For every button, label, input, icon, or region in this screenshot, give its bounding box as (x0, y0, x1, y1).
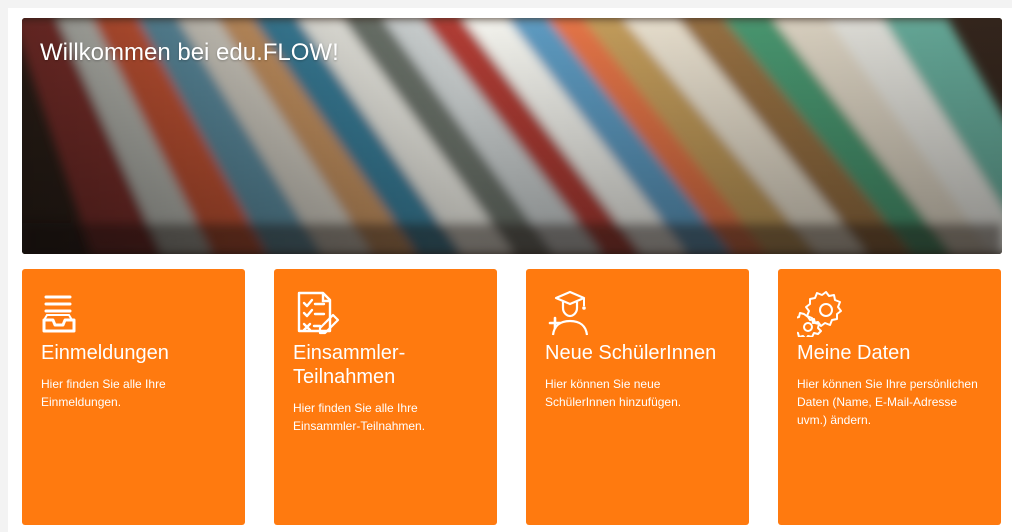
einmeldungen-card[interactable]: Einmeldungen Hier finden Sie alle Ihre E… (22, 269, 245, 525)
gears-icon (797, 291, 842, 337)
inbox-icon (42, 295, 76, 333)
einsammler-teilnahmen-description: Hier finden Sie alle Ihre Einsammler-Tei… (293, 401, 426, 433)
einmeldungen-description: Hier finden Sie alle Ihre Einmeldungen. (41, 377, 166, 409)
dashboard-page: Willkommen bei edu.FLOW! Einmeldungen Hi… (0, 0, 1012, 532)
welcome-hero-banner: Willkommen bei edu.FLOW! (22, 18, 1002, 254)
welcome-title: Willkommen bei edu.FLOW! (40, 39, 339, 66)
neue-schuelerinnen-card[interactable]: Neue SchülerInnen Hier können Sie neue S… (526, 269, 749, 525)
dashboard-cards: Einmeldungen Hier finden Sie alle Ihre E… (22, 269, 1002, 525)
neue-schuelerinnen-title: Neue SchülerInnen (545, 342, 717, 364)
meine-daten-card[interactable]: Meine Daten Hier können Sie Ihre persönl… (778, 269, 1001, 525)
einsammler-teilnahmen-title: Einsammler-Teilnahmen (293, 342, 406, 388)
meine-daten-title: Meine Daten (797, 342, 911, 364)
meine-daten-description: Hier können Sie Ihre persönlichen Daten … (797, 377, 978, 427)
student-graduation-icon (548, 290, 589, 336)
einmeldungen-title: Einmeldungen (41, 342, 169, 364)
neue-schuelerinnen-description: Hier können Sie neue SchülerInnen hinzuf… (545, 377, 682, 409)
checklist-document-icon (297, 291, 340, 335)
einsammler-teilnahmen-card[interactable]: Einsammler-Teilnahmen Hier finden Sie al… (274, 269, 497, 525)
